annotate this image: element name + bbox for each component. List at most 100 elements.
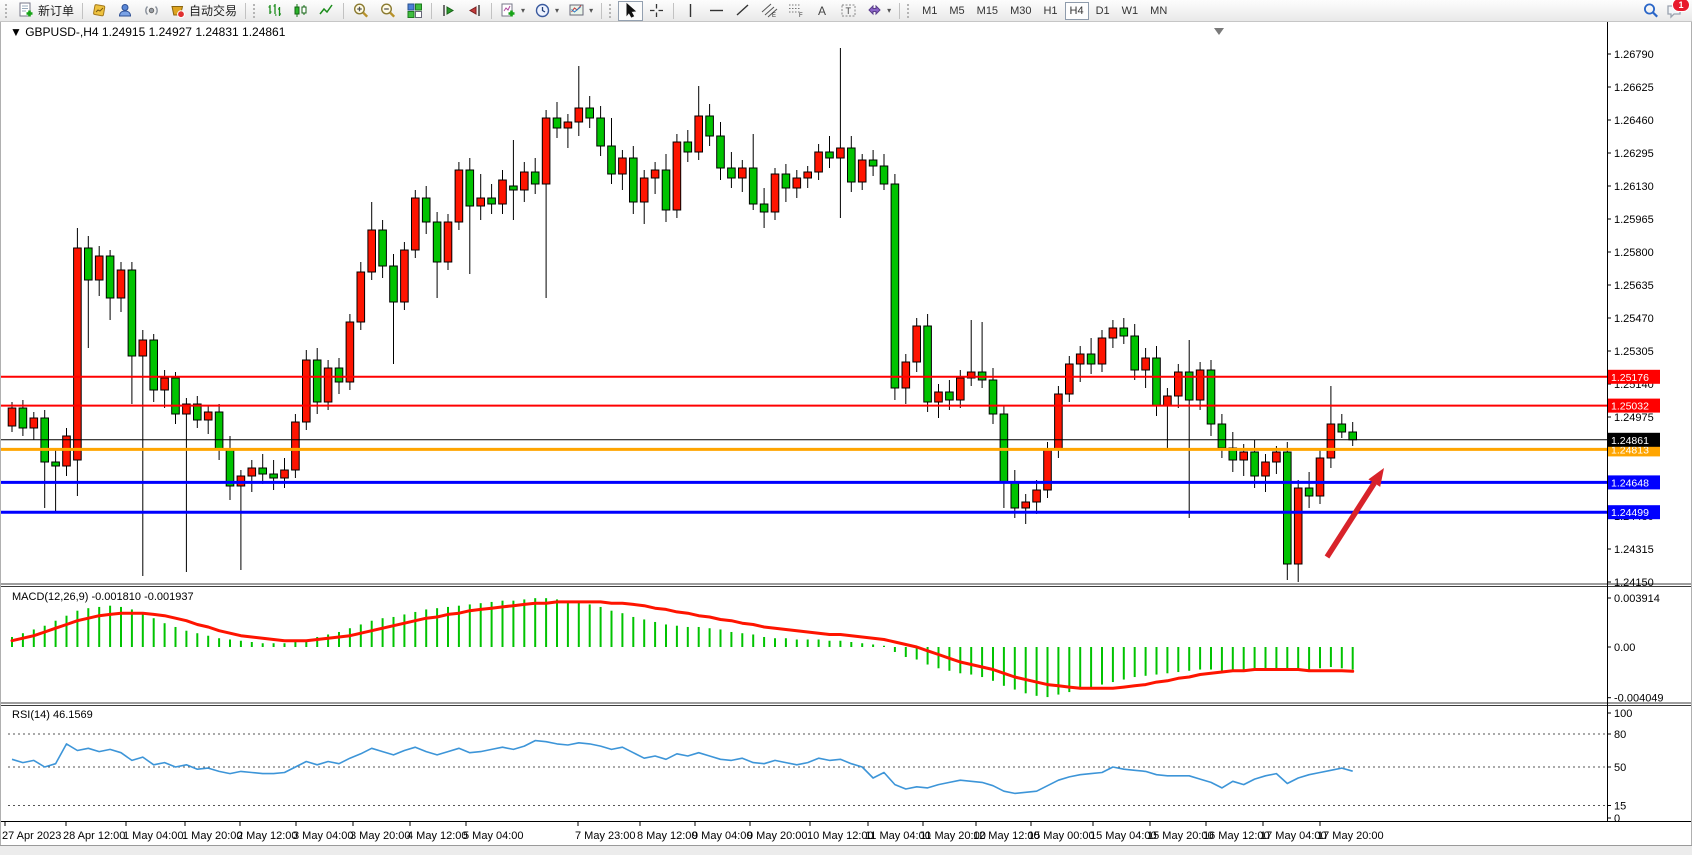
- rsi-axis-label: 80: [1614, 729, 1626, 741]
- toolbar: 新订单 自动交易: [0, 0, 1692, 22]
- text-icon: A: [814, 2, 831, 19]
- candle-body: [204, 412, 212, 420]
- candle-body: [1131, 336, 1139, 370]
- toolbar-grip[interactable]: [253, 4, 258, 18]
- chart-background: [0, 22, 1692, 855]
- candle-body: [837, 148, 845, 158]
- notifications-button[interactable]: 1: [1665, 2, 1684, 20]
- line-chart-mode-button[interactable]: [314, 1, 339, 21]
- candle-body: [651, 170, 659, 178]
- candle-body: [1011, 482, 1019, 508]
- candle-body: [935, 392, 943, 402]
- candle-body: [226, 450, 234, 486]
- candle-body: [662, 170, 670, 210]
- bar-chart-mode-button[interactable]: [262, 1, 287, 21]
- candle-body: [19, 408, 27, 428]
- price-axis-label: 1.26460: [1614, 115, 1654, 127]
- tab-timeframe-H1[interactable]: H1: [1038, 2, 1062, 20]
- toolbar-separator: [601, 3, 602, 19]
- tab-timeframe-M1[interactable]: M1: [917, 2, 942, 20]
- tile-windows-button[interactable]: [402, 1, 427, 21]
- market-watch-button[interactable]: [87, 1, 112, 21]
- candle-body: [128, 270, 136, 356]
- new-order-button[interactable]: 新订单: [14, 1, 78, 21]
- candle-body: [422, 198, 430, 222]
- chevron-down-icon: ▾: [887, 6, 891, 15]
- indicators-icon: [500, 2, 517, 19]
- text-label-icon: T: [840, 2, 857, 19]
- candle-body: [292, 422, 300, 470]
- candle-body: [1196, 370, 1204, 400]
- vertical-line-tool-button[interactable]: [678, 1, 703, 21]
- candle-body: [717, 136, 725, 168]
- candle-body: [946, 392, 954, 400]
- market-watch-icon: [91, 2, 108, 19]
- horizontal-line-icon: [708, 2, 725, 19]
- autotrading-button[interactable]: 自动交易: [165, 1, 241, 21]
- tab-timeframe-H4[interactable]: H4: [1065, 2, 1089, 20]
- indicators-button[interactable]: ▾: [496, 1, 529, 21]
- price-axis-label: 1.24975: [1614, 412, 1654, 424]
- time-axis-label: 1 May 04:00: [123, 830, 184, 842]
- tab-timeframe-MN[interactable]: MN: [1145, 2, 1172, 20]
- candle-body: [902, 362, 910, 388]
- equidistant-channel-tool-button[interactable]: E: [756, 1, 782, 21]
- chart-window[interactable]: 1.267901.266251.264601.262951.261301.259…: [0, 22, 1692, 855]
- candle-body: [1087, 354, 1095, 364]
- candle-body: [1175, 372, 1183, 396]
- templates-icon: [568, 2, 585, 19]
- search-button[interactable]: [1638, 1, 1664, 21]
- candle-body: [684, 142, 692, 152]
- chevron-down-icon: ▾: [521, 6, 525, 15]
- zoom-in-icon: [352, 2, 370, 20]
- auto-scroll-button[interactable]: [436, 1, 461, 21]
- candle-body: [390, 266, 398, 302]
- tab-timeframe-W1[interactable]: W1: [1117, 2, 1144, 20]
- tab-timeframe-M5[interactable]: M5: [944, 2, 969, 20]
- price-axis-label: 1.25800: [1614, 247, 1654, 259]
- signal-icon: [143, 2, 160, 19]
- text-label-tool-button[interactable]: T: [836, 1, 861, 21]
- toolbar-grip[interactable]: [907, 4, 912, 18]
- macd-axis-label: 0.003914: [1614, 593, 1660, 605]
- templates-button[interactable]: ▾: [564, 1, 597, 21]
- time-axis-label: 28 Apr 12:00: [63, 830, 125, 842]
- zoom-in-button[interactable]: [348, 1, 374, 21]
- horizontal-line-tool-button[interactable]: [704, 1, 729, 21]
- periods-button[interactable]: ▾: [530, 1, 563, 21]
- candle-body: [117, 270, 125, 298]
- level-price-badge: 1.25032: [1611, 401, 1649, 413]
- cursor-tool-button[interactable]: [618, 1, 643, 21]
- toolbar-grip[interactable]: [609, 4, 614, 18]
- bar-chart-icon: [266, 2, 283, 19]
- candle-body: [303, 360, 311, 422]
- data-window-button[interactable]: [113, 1, 138, 21]
- candle-body: [586, 108, 594, 118]
- price-axis-label: 1.25965: [1614, 214, 1654, 226]
- trendline-tool-button[interactable]: [730, 1, 755, 21]
- time-axis-label: 7 May 23:00: [575, 830, 636, 842]
- candle-body: [324, 368, 332, 402]
- text-tool-button[interactable]: A: [810, 1, 835, 21]
- chart-shift-button[interactable]: [462, 1, 487, 21]
- zoom-out-button[interactable]: [375, 1, 401, 21]
- tab-timeframe-M15[interactable]: M15: [972, 2, 1003, 20]
- candle-body: [401, 250, 409, 302]
- candle-body: [1284, 452, 1292, 564]
- crosshair-tool-button[interactable]: [644, 1, 669, 21]
- signal-button[interactable]: [139, 1, 164, 21]
- level-price-badge: 1.24499: [1611, 507, 1649, 519]
- fibonacci-tool-button[interactable]: F: [783, 1, 809, 21]
- notification-badge: 1: [1672, 0, 1690, 12]
- arrows-tool-button[interactable]: ▾: [862, 1, 895, 21]
- svg-text:T: T: [846, 6, 852, 16]
- toolbar-grip[interactable]: [5, 4, 10, 18]
- candle-body: [1316, 458, 1324, 496]
- tile-windows-icon: [406, 2, 423, 19]
- tab-timeframe-D1[interactable]: D1: [1091, 2, 1115, 20]
- candle-body: [880, 166, 888, 184]
- candlestick-mode-button[interactable]: [288, 1, 313, 21]
- time-axis-label: 5 May 04:00: [463, 830, 524, 842]
- tab-timeframe-M30[interactable]: M30: [1005, 2, 1036, 20]
- toolbar-separator: [673, 3, 674, 19]
